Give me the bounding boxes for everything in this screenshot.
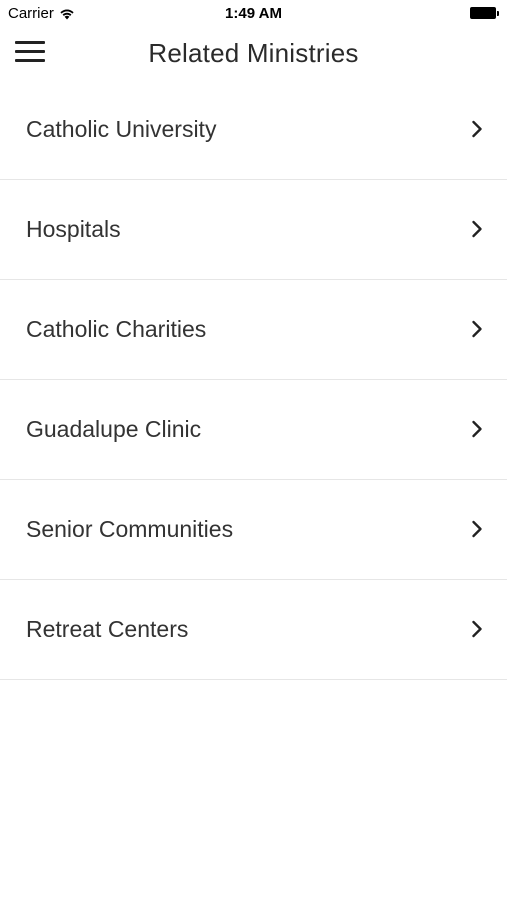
list-item-hospitals[interactable]: Hospitals xyxy=(0,180,507,280)
list-item-label: Catholic Charities xyxy=(26,316,207,342)
list-item-label: Guadalupe Clinic xyxy=(26,416,202,442)
page-title: Related Ministries xyxy=(148,38,359,68)
battery-icon xyxy=(470,7,500,19)
list-item-catholic-charities[interactable]: Catholic Charities xyxy=(0,280,507,380)
list-item-retreat-centers[interactable]: Retreat Centers xyxy=(0,580,507,680)
ministries-list: Catholic University Hospitals Catholic C… xyxy=(0,80,507,680)
chevron-right-icon xyxy=(472,320,482,338)
list-item-label: Retreat Centers xyxy=(26,616,189,642)
chevron-right-icon xyxy=(472,620,482,638)
chevron-right-icon xyxy=(472,420,482,438)
list-item-label: Senior Communities xyxy=(26,516,234,542)
list-item-guadalupe-clinic[interactable]: Guadalupe Clinic xyxy=(0,380,507,480)
navigation-bar: Related Ministries xyxy=(0,28,507,80)
chevron-right-icon xyxy=(472,120,482,138)
list-item-senior-communities[interactable]: Senior Communities xyxy=(0,480,507,580)
chevron-right-icon xyxy=(472,520,482,538)
list-item-label: Catholic University xyxy=(26,116,217,142)
chevron-right-icon xyxy=(472,220,482,238)
status-time: 1:49 AM xyxy=(225,5,282,22)
status-bar: Carrier 1:49 AM xyxy=(0,0,507,28)
list-item-label: Hospitals xyxy=(26,216,121,242)
list-item-catholic-university[interactable]: Catholic University xyxy=(0,80,507,180)
